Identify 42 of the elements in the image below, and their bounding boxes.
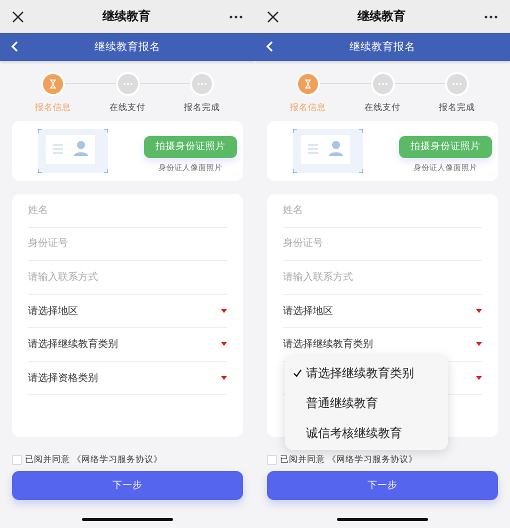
input-field[interactable]: 姓名 <box>283 194 482 228</box>
back-icon[interactable] <box>266 41 273 52</box>
caret-icon <box>221 308 227 313</box>
more-icon[interactable] <box>484 14 498 18</box>
step-label: 报名信息 <box>290 102 326 114</box>
agreement-checkbox[interactable] <box>12 455 22 465</box>
app-title: 继续教育 <box>358 8 406 25</box>
id-card-drawing <box>38 129 108 173</box>
next-button[interactable]: 下一步 <box>267 471 498 500</box>
select-field[interactable]: 请选择地区 <box>28 294 227 328</box>
step-label: 报名完成 <box>184 102 220 114</box>
agreement-checkbox[interactable] <box>267 455 277 465</box>
menu-option[interactable]: 诚信考核继续教育 <box>285 418 448 448</box>
menu-option[interactable]: 普通继续教育 <box>285 388 448 418</box>
caret-icon <box>476 376 482 380</box>
page-title: 继续教育报名 <box>350 40 416 54</box>
input-field[interactable]: 身份证号 <box>283 228 482 261</box>
close-icon[interactable] <box>267 10 279 22</box>
select-field[interactable]: 请选择继续教育类别 <box>28 328 227 362</box>
id-card-drawing <box>293 129 363 173</box>
select-field[interactable]: 请选择资格类别 <box>28 362 227 395</box>
caret-icon <box>221 376 227 380</box>
page-title: 继续教育报名 <box>94 40 160 54</box>
select-field[interactable]: 请选择地区 <box>283 294 482 328</box>
input-field[interactable]: 身份证号 <box>28 228 227 261</box>
input-field[interactable]: 请输入联系方式 <box>283 261 482 294</box>
back-icon[interactable] <box>11 41 18 52</box>
agreement-text[interactable]: 已阅并同意 《网络学习服务协议》 <box>280 454 418 466</box>
step-label: 报名信息 <box>35 102 71 114</box>
step-label: 报名完成 <box>439 102 475 114</box>
input-field[interactable]: 请输入联系方式 <box>28 261 227 294</box>
agreement-text[interactable]: 已阅并同意 《网络学习服务协议》 <box>25 454 163 466</box>
caret-icon <box>221 342 227 346</box>
caret-icon <box>476 308 482 313</box>
input-field[interactable]: 姓名 <box>28 194 227 228</box>
step-label: 在线支付 <box>364 102 400 114</box>
next-button[interactable]: 下一步 <box>12 471 243 500</box>
app-title: 继续教育 <box>102 8 150 25</box>
caret-icon <box>476 342 482 346</box>
more-icon[interactable] <box>229 14 243 18</box>
step-label: 在线支付 <box>110 102 146 114</box>
close-icon[interactable] <box>12 10 24 22</box>
